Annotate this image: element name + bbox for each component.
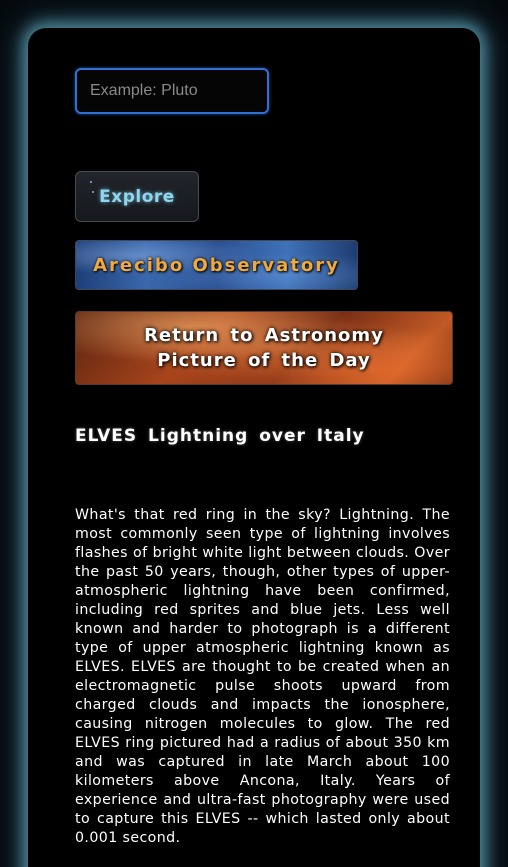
article-explanation: What's that red ring in the sky? Lightni… — [75, 507, 450, 846]
arecibo-button-label: Arecibo Observatory — [93, 254, 340, 276]
return-to-apod-button[interactable]: Return to Astronomy Picture of the Day — [75, 311, 453, 385]
apod-button-label: Return to Astronomy Picture of the Day — [144, 325, 384, 371]
explore-button[interactable]: Explore — [75, 171, 199, 222]
article-title: ELVES Lightning over Italy — [75, 426, 365, 446]
search-input[interactable] — [75, 68, 269, 114]
arecibo-observatory-button[interactable]: Arecibo Observatory — [75, 240, 358, 290]
explore-button-label: Explore — [99, 186, 175, 207]
star-decoration — [90, 181, 92, 183]
star-decoration — [92, 191, 94, 193]
page: Explore Arecibo Observatory Return to As… — [0, 0, 508, 867]
